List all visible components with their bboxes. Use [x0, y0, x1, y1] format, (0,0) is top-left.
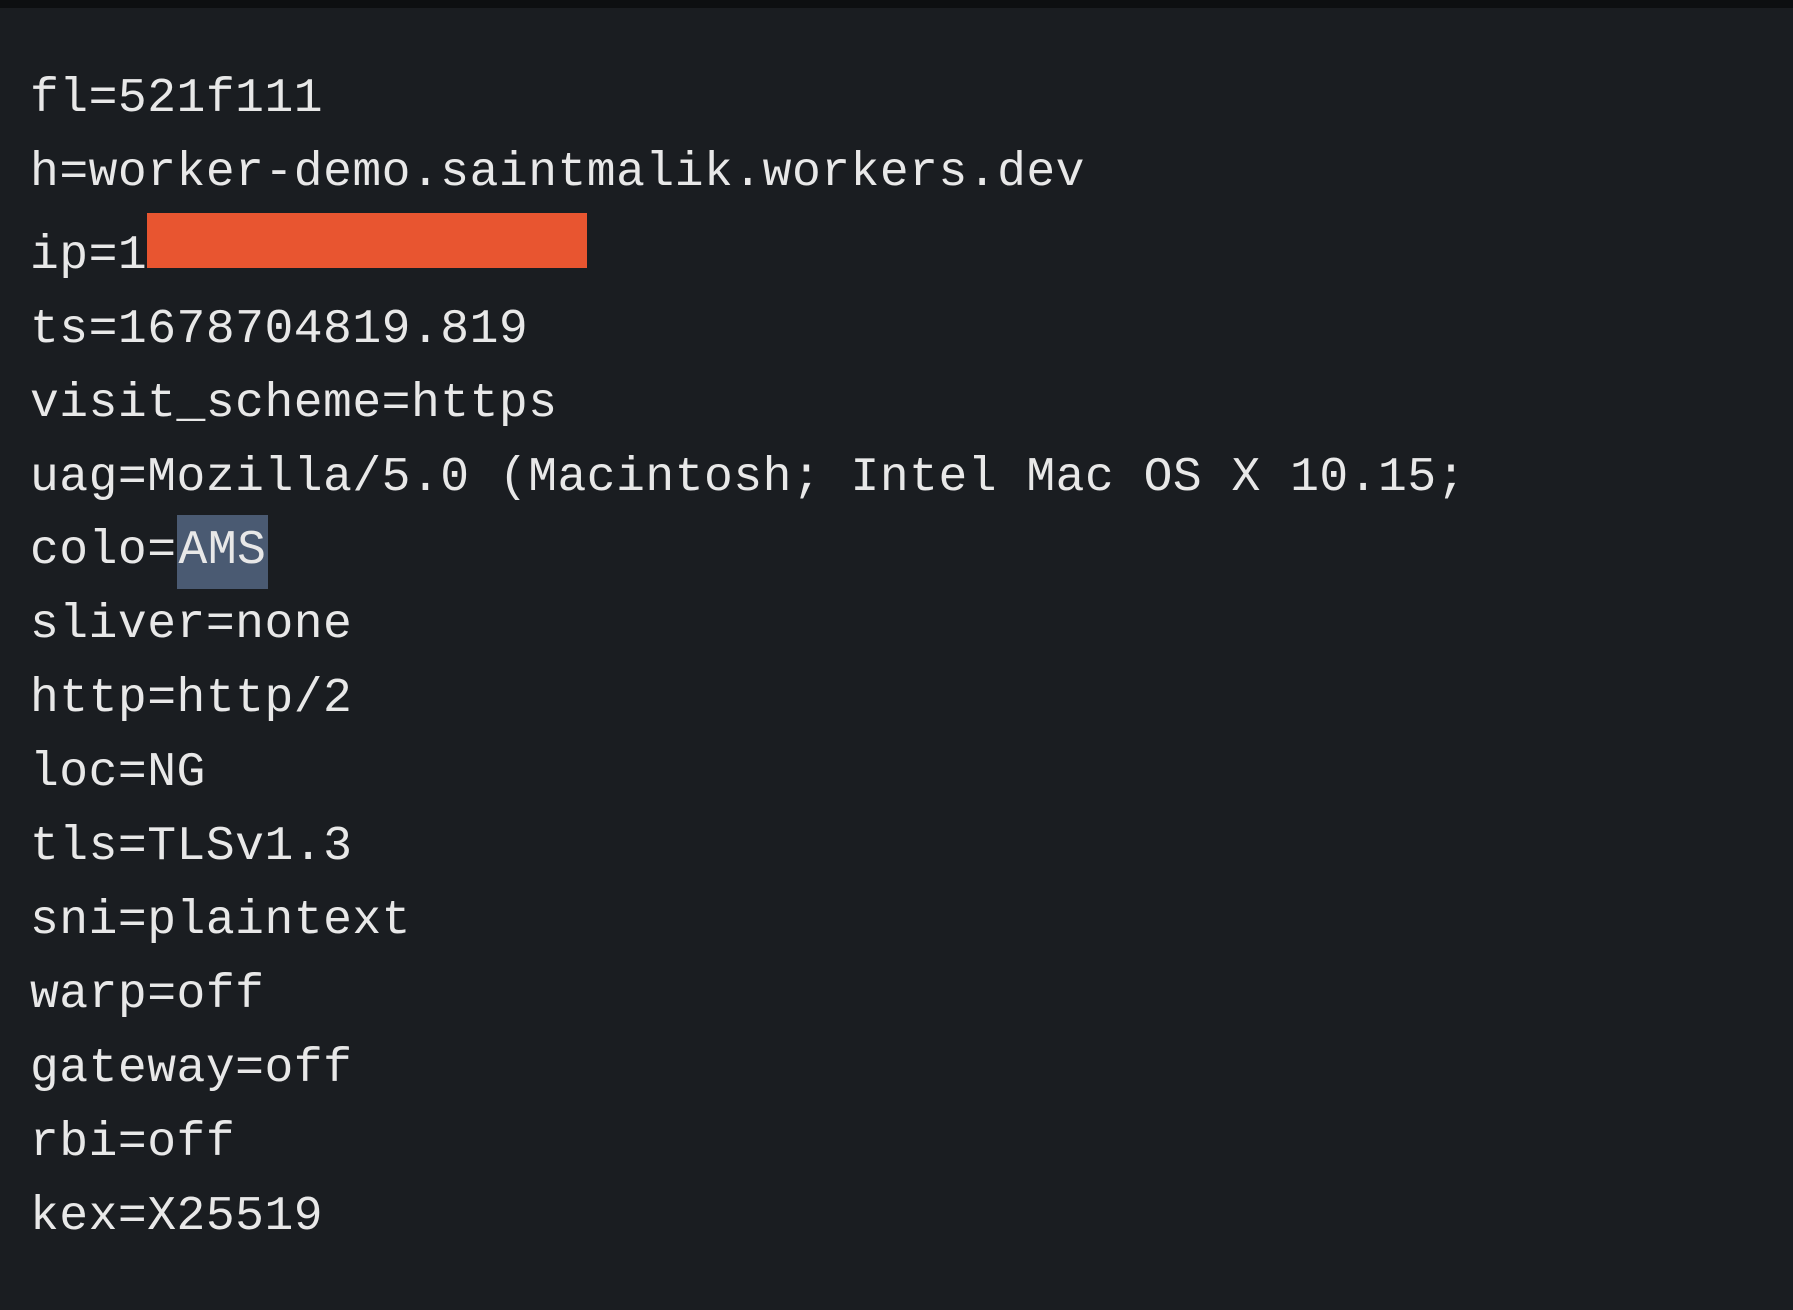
equals-sign: = [89, 220, 118, 294]
trace-key: visit_scheme [30, 368, 382, 442]
trace-line-tls: tls=TLSv1.3 [30, 811, 1763, 885]
equals-sign: = [118, 885, 147, 959]
trace-line-http: http=http/2 [30, 663, 1763, 737]
trace-key: rbi [30, 1107, 118, 1181]
equals-sign: = [147, 663, 176, 737]
trace-value: http/2 [177, 663, 353, 737]
trace-key: ts [30, 294, 89, 368]
equals-sign: = [118, 1107, 147, 1181]
equals-sign: = [118, 442, 147, 516]
trace-line-gateway: gateway=off [30, 1033, 1763, 1107]
trace-key: sliver [30, 589, 206, 663]
trace-line-fl: fl=521f111 [30, 63, 1763, 137]
trace-value: none [235, 589, 352, 663]
trace-value-highlighted: AMS [177, 515, 269, 589]
trace-value: off [264, 1033, 352, 1107]
trace-value-prefix: 1 [118, 220, 147, 294]
trace-line-kex: kex=X25519 [30, 1181, 1763, 1255]
trace-value: plaintext [147, 885, 411, 959]
trace-value: off [177, 959, 265, 1033]
trace-line-rbi: rbi=off [30, 1107, 1763, 1181]
trace-value: TLSv1.3 [147, 811, 352, 885]
equals-sign: = [206, 589, 235, 663]
trace-line-ip: ip=1 [30, 211, 1763, 294]
trace-value: https [411, 368, 558, 442]
trace-key: warp [30, 959, 147, 1033]
trace-value: X25519 [147, 1181, 323, 1255]
trace-line-colo: colo=AMS [30, 515, 1763, 589]
trace-line-visit-scheme: visit_scheme=https [30, 368, 1763, 442]
equals-sign: = [59, 137, 88, 211]
trace-line-ts: ts=1678704819.819 [30, 294, 1763, 368]
equals-sign: = [118, 811, 147, 885]
equals-sign: = [382, 368, 411, 442]
trace-value: 1678704819.819 [118, 294, 528, 368]
equals-sign: = [118, 1181, 147, 1255]
trace-key: colo [30, 515, 147, 589]
trace-line-warp: warp=off [30, 959, 1763, 1033]
trace-line-sliver: sliver=none [30, 589, 1763, 663]
trace-line-sni: sni=plaintext [30, 885, 1763, 959]
equals-sign: = [89, 63, 118, 137]
trace-line-loc: loc=NG [30, 737, 1763, 811]
trace-value: 521f111 [118, 63, 323, 137]
trace-key: kex [30, 1181, 118, 1255]
equals-sign: = [89, 294, 118, 368]
trace-value: NG [147, 737, 206, 811]
trace-line-uag: uag=Mozilla/5.0 (Macintosh; Intel Mac OS… [30, 442, 1763, 516]
redacted-ip-block [147, 213, 587, 268]
equals-sign: = [147, 515, 176, 589]
trace-key: fl [30, 63, 89, 137]
trace-key: h [30, 137, 59, 211]
trace-key: gateway [30, 1033, 235, 1107]
equals-sign: = [118, 737, 147, 811]
equals-sign: = [235, 1033, 264, 1107]
trace-key: http [30, 663, 147, 737]
trace-value: Mozilla/5.0 (Macintosh; Intel Mac OS X 1… [147, 442, 1466, 516]
equals-sign: = [147, 959, 176, 1033]
trace-key: ip [30, 220, 89, 294]
trace-key: loc [30, 737, 118, 811]
terminal-output[interactable]: fl=521f111 h=worker-demo.saintmalik.work… [0, 8, 1793, 1310]
trace-value: worker-demo.saintmalik.workers.dev [89, 137, 1085, 211]
trace-key: sni [30, 885, 118, 959]
window-top-bar [0, 0, 1793, 8]
trace-key: tls [30, 811, 118, 885]
trace-key: uag [30, 442, 118, 516]
trace-line-h: h=worker-demo.saintmalik.workers.dev [30, 137, 1763, 211]
trace-value: off [147, 1107, 235, 1181]
